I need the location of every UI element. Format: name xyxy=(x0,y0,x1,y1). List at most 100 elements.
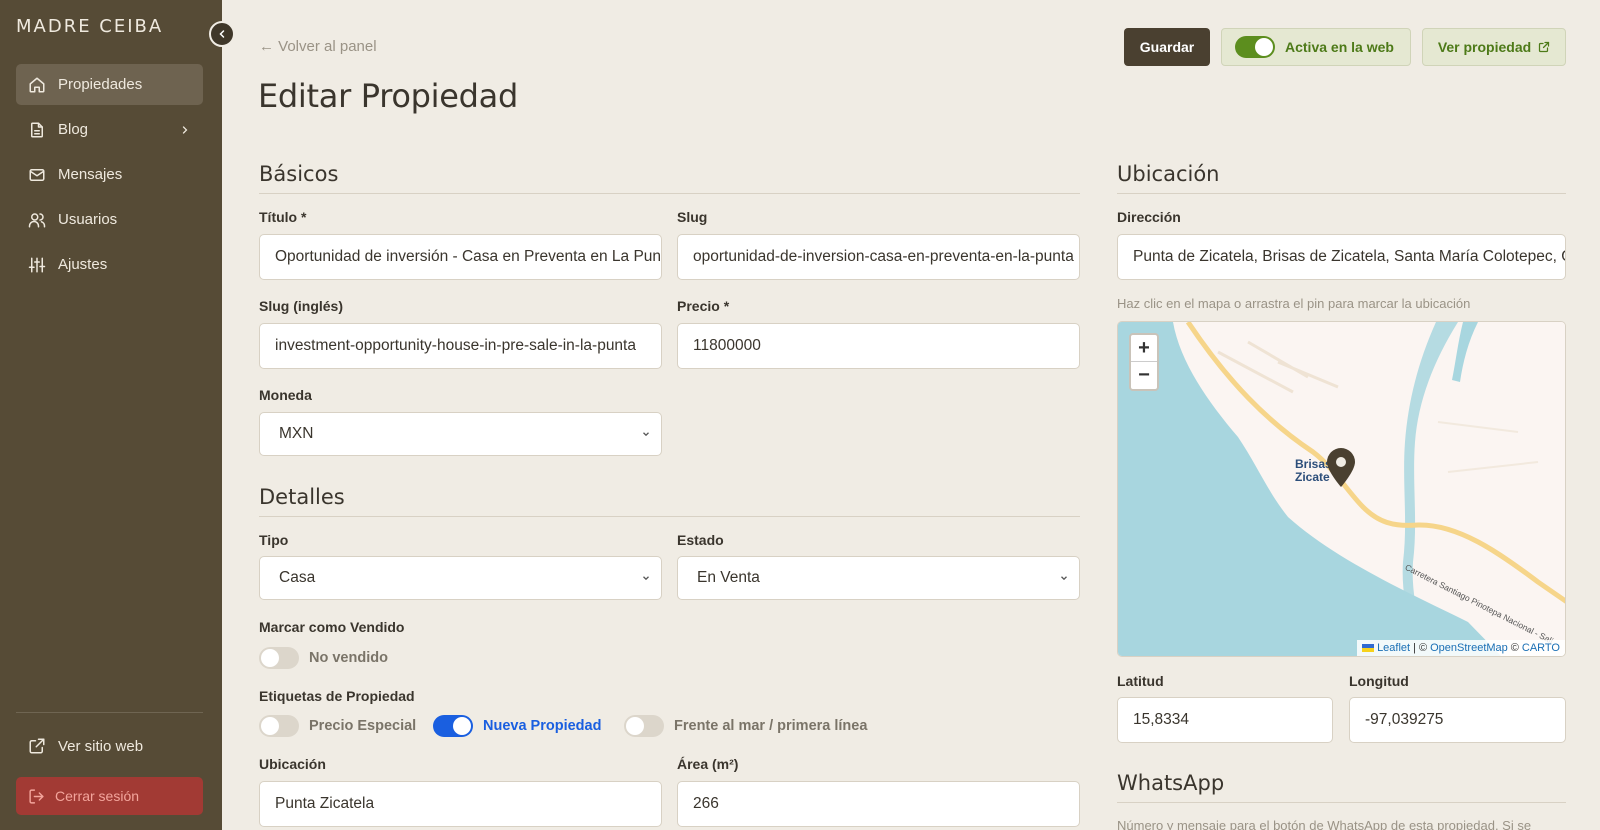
tag-label: Nueva Propiedad xyxy=(483,718,602,734)
sidebar-item-ajustes[interactable]: Ajustes xyxy=(16,244,203,285)
tag-frente-al-mar[interactable]: Frente al mar / primera línea xyxy=(624,715,867,737)
logout-label: Cerrar sesión xyxy=(55,788,140,804)
area-label: Área (m²) xyxy=(677,756,739,772)
map-zoom-control: + − xyxy=(1129,333,1159,391)
section-whatsapp-title: WhatsApp xyxy=(1117,771,1225,795)
section-location-title: Ubicación xyxy=(1117,162,1220,186)
direccion-input[interactable]: Punta de Zicatela, Brisas de Zicatela, S… xyxy=(1117,234,1566,280)
titulo-label: Título * xyxy=(259,209,307,225)
view-property-button[interactable]: Ver propiedad xyxy=(1422,28,1566,66)
back-to-panel-link[interactable]: ← Volver al panel xyxy=(259,38,377,55)
leaflet-link[interactable]: Leaflet xyxy=(1377,642,1410,654)
tipo-select-value: Casa xyxy=(279,569,316,586)
view-site-link[interactable]: Ver sitio web xyxy=(16,726,203,766)
precio-input[interactable]: 11800000 xyxy=(677,323,1080,369)
whatsapp-description: Número y mensaje para el botón de WhatsA… xyxy=(1117,818,1532,830)
zoom-in-button[interactable]: + xyxy=(1131,335,1157,362)
sold-label: Marcar como Vendido xyxy=(259,619,405,635)
view-site-label: Ver sitio web xyxy=(58,737,144,755)
tag-label: Precio Especial xyxy=(309,718,417,734)
osm-link[interactable]: OpenStreetMap xyxy=(1430,642,1508,654)
tag-nueva-propiedad[interactable]: Nueva Propiedad xyxy=(433,715,601,737)
map-pin-icon[interactable] xyxy=(1326,448,1356,493)
sidebar-item-usuarios[interactable]: Usuarios xyxy=(16,199,203,240)
moneda-select-value: MXN xyxy=(279,425,314,442)
sidebar-item-label: Ajustes xyxy=(58,256,108,273)
ukraine-flag-icon xyxy=(1362,644,1375,652)
lng-input[interactable]: -97,039275 xyxy=(1349,697,1566,743)
page-title: Editar Propiedad xyxy=(258,77,518,115)
active-toggle-switch[interactable] xyxy=(1235,36,1275,58)
precio-label: Precio * xyxy=(677,298,730,314)
home-icon xyxy=(28,76,46,94)
slug-label: Slug xyxy=(677,209,708,225)
estado-select[interactable]: En Venta xyxy=(677,556,1080,600)
section-basics-title: Básicos xyxy=(259,162,339,186)
document-icon xyxy=(28,121,46,139)
moneda-select[interactable]: MXN xyxy=(259,412,662,456)
slug-input[interactable]: oportunidad-de-inversion-casa-en-prevent… xyxy=(677,234,1080,280)
moneda-label: Moneda xyxy=(259,387,312,403)
section-divider xyxy=(259,193,1080,194)
chevron-left-icon xyxy=(216,28,228,40)
sidebar-divider xyxy=(16,712,203,713)
slug-en-label: Slug (inglés) xyxy=(259,298,343,314)
direccion-label: Dirección xyxy=(1117,209,1181,225)
view-property-label: Ver propiedad xyxy=(1437,39,1532,55)
mail-icon xyxy=(28,166,46,184)
lat-label: Latitud xyxy=(1117,673,1164,689)
estado-label: Estado xyxy=(677,532,724,548)
logout-button[interactable]: Cerrar sesión xyxy=(16,777,203,815)
sidebar-nav: Propiedades Blog Mensajes Usuarios Ajust… xyxy=(16,64,203,289)
attribution-separator: © xyxy=(1510,642,1519,654)
section-divider xyxy=(1117,193,1566,194)
location-map[interactable]: + − Brisas Zicate Carretera Santiago Pin… xyxy=(1117,321,1566,657)
slug-en-input[interactable]: investment-opportunity-house-in-pre-sale… xyxy=(259,323,662,369)
collapse-sidebar-button[interactable] xyxy=(209,21,235,47)
chevron-down-icon xyxy=(1059,573,1069,583)
sliders-icon xyxy=(28,256,46,274)
active-toggle-label: Activa en la web xyxy=(1285,39,1394,55)
section-details-title: Detalles xyxy=(259,485,345,509)
external-link-icon xyxy=(28,737,46,755)
sidebar-item-label: Propiedades xyxy=(58,76,143,93)
estado-select-value: En Venta xyxy=(697,569,760,586)
tags-label: Etiquetas de Propiedad xyxy=(259,688,415,704)
ubicacion-input[interactable]: Punta Zicatela xyxy=(259,781,662,827)
logout-icon xyxy=(28,788,45,805)
sidebar-item-blog[interactable]: Blog xyxy=(16,109,203,150)
sidebar-item-label: Mensajes xyxy=(58,166,123,183)
users-icon xyxy=(28,211,46,229)
area-input[interactable]: 266 xyxy=(677,781,1080,827)
sidebar-item-label: Blog xyxy=(58,121,89,138)
tag-label: Frente al mar / primera línea xyxy=(674,718,868,734)
sold-toggle-label: No vendido xyxy=(309,650,388,666)
chevron-down-icon xyxy=(641,573,651,583)
chevron-right-icon xyxy=(179,124,191,136)
tag-toggle-switch[interactable] xyxy=(259,715,299,737)
carto-link[interactable]: CARTO xyxy=(1522,642,1560,654)
tipo-label: Tipo xyxy=(259,532,289,548)
section-divider xyxy=(1117,802,1566,803)
brand-logo: MADRE CEIBA xyxy=(16,16,164,37)
sidebar: MADRE CEIBA Propiedades Blog Mensajes Us… xyxy=(0,0,222,830)
tag-toggle-switch[interactable] xyxy=(433,715,473,737)
active-on-web-toggle[interactable]: Activa en la web xyxy=(1221,28,1411,66)
tipo-select[interactable]: Casa xyxy=(259,556,662,600)
titulo-input[interactable]: Oportunidad de inversión - Casa en Preve… xyxy=(259,234,662,280)
sidebar-item-mensajes[interactable]: Mensajes xyxy=(16,154,203,195)
ubicacion-label: Ubicación xyxy=(259,756,326,772)
lat-input[interactable]: 15,8334 xyxy=(1117,697,1333,743)
tag-precio-especial[interactable]: Precio Especial xyxy=(259,715,416,737)
sidebar-item-propiedades[interactable]: Propiedades xyxy=(16,64,203,105)
sold-toggle-switch[interactable] xyxy=(259,647,299,669)
zoom-out-button[interactable]: − xyxy=(1131,362,1157,389)
section-divider xyxy=(259,516,1080,517)
lng-label: Longitud xyxy=(1349,673,1409,689)
attribution-separator: | © xyxy=(1413,642,1428,654)
external-link-icon xyxy=(1538,41,1550,53)
map-attribution: Leaflet | © OpenStreetMap © CARTO xyxy=(1357,640,1565,656)
tag-toggle-switch[interactable] xyxy=(624,715,664,737)
sold-toggle-row[interactable]: No vendido xyxy=(259,647,388,669)
save-button[interactable]: Guardar xyxy=(1124,28,1210,66)
